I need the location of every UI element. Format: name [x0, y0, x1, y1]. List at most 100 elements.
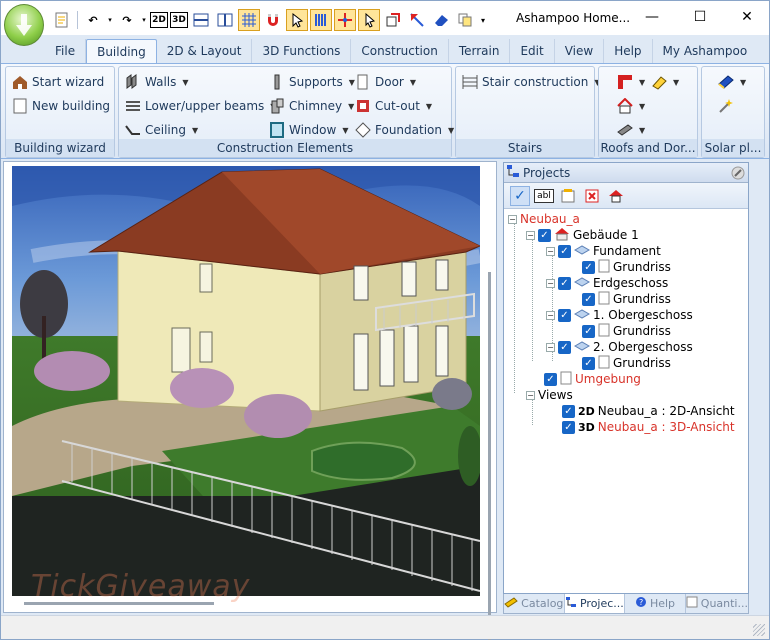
roof-button[interactable]: ▼	[617, 71, 645, 93]
column-bars-icon[interactable]	[310, 9, 332, 31]
properties-icon[interactable]	[558, 186, 578, 206]
minimize-button[interactable]: —	[633, 5, 671, 29]
cutout-button[interactable]: Cut-out ▼	[355, 95, 432, 117]
checkbox-checked[interactable]: ✓	[582, 356, 595, 370]
dormer-button[interactable]: ▼	[617, 95, 645, 117]
close-button[interactable]: ✕	[728, 5, 766, 29]
window-button[interactable]: Window ▼	[269, 119, 348, 141]
tree-node-plan[interactable]: ✓ Grundriss	[582, 291, 671, 307]
tab-quantities[interactable]: Quanti...	[686, 594, 748, 613]
check-icon[interactable]: ✓	[510, 185, 530, 206]
tree-node-surroundings[interactable]: ✓ Umgebung	[544, 371, 641, 387]
checkbox-checked[interactable]: ✓	[538, 228, 551, 242]
redo-icon[interactable]: ↷	[116, 9, 138, 31]
tree-node-view[interactable]: ✓ 3D Neubau_a : 3D-Ansicht	[562, 419, 735, 435]
supports-button[interactable]: Supports ▼	[269, 71, 355, 93]
grid-icon[interactable]	[238, 9, 260, 31]
checkbox-checked[interactable]: ✓	[558, 244, 571, 258]
pointer-icon[interactable]	[358, 9, 380, 31]
cursor-select-icon[interactable]	[286, 9, 308, 31]
tree-node-view[interactable]: ✓ 2D Neubau_a : 2D-Ansicht	[562, 403, 735, 419]
checkbox-checked[interactable]: ✓	[582, 292, 595, 306]
collapse-icon[interactable]: −	[546, 278, 555, 288]
undo-dropdown-icon[interactable]: ▾	[106, 9, 114, 31]
tab-3d-functions[interactable]: 3D Functions	[252, 39, 352, 63]
house-3d-render[interactable]	[12, 166, 480, 596]
tree-node-plan[interactable]: ✓ Grundriss	[582, 355, 671, 371]
walls-button[interactable]: Walls ▼	[125, 71, 189, 93]
checkbox-checked[interactable]: ✓	[562, 420, 575, 434]
tab-help-panel[interactable]: ? Help	[625, 594, 686, 613]
tree-node-floor[interactable]: − ✓ 2. Obergeschoss	[546, 339, 693, 355]
tab-projects[interactable]: Projec...	[564, 594, 626, 613]
snap-magnet-icon[interactable]	[262, 9, 284, 31]
collapse-icon[interactable]: −	[546, 246, 555, 256]
resize-grip[interactable]	[753, 624, 765, 636]
tab-view[interactable]: View	[555, 39, 605, 63]
checkbox-checked[interactable]: ✓	[558, 340, 571, 354]
collapse-icon[interactable]: −	[546, 342, 555, 352]
ceiling-button[interactable]: Ceiling ▼	[125, 119, 198, 141]
checkbox-checked[interactable]: ✓	[544, 372, 557, 386]
collapse-icon[interactable]: −	[508, 214, 517, 224]
collapse-icon[interactable]: −	[526, 230, 535, 240]
solar-panel-button[interactable]: ▼	[718, 71, 746, 93]
vertical-scrollbar[interactable]	[488, 272, 491, 640]
roof-window-button[interactable]: ▼	[651, 71, 679, 93]
tree-node-floor[interactable]: − ✓ Fundament	[546, 243, 661, 259]
tree-node-plan[interactable]: ✓ Grundriss	[582, 259, 671, 275]
3d-viewport[interactable]	[3, 161, 497, 640]
new-building-button[interactable]: New building	[12, 95, 110, 117]
start-wizard-button[interactable]: Start wizard	[12, 71, 104, 93]
tree-node-plan[interactable]: ✓ Grundriss	[582, 323, 671, 339]
checkbox-checked[interactable]: ✓	[558, 308, 571, 322]
split-vertical-icon[interactable]	[214, 9, 236, 31]
tree-node-views[interactable]: − Views	[526, 387, 573, 403]
projects-tree-icon	[565, 596, 577, 611]
checkbox-checked[interactable]: ✓	[582, 324, 595, 338]
collapse-icon[interactable]: −	[546, 310, 555, 320]
checkbox-checked[interactable]: ✓	[558, 276, 571, 290]
app-menu-button[interactable]	[4, 4, 44, 46]
maximize-button[interactable]: ☐	[681, 5, 719, 29]
view-2d-icon[interactable]: 2D	[150, 12, 168, 28]
solar-wizard-button[interactable]	[718, 95, 734, 117]
tree-node-project[interactable]: − Neubau_a	[508, 211, 580, 227]
beams-button[interactable]: Lower/upper beams▼	[125, 95, 276, 117]
tab-2d-layout[interactable]: 2D & Layout	[157, 39, 253, 63]
qat-customize-icon[interactable]: ▾	[478, 9, 488, 31]
new-file-icon[interactable]	[51, 9, 73, 31]
collapse-icon[interactable]: −	[526, 390, 535, 400]
label-abl-icon[interactable]: abl	[534, 188, 554, 203]
checkbox-checked[interactable]: ✓	[582, 260, 595, 274]
axis-move-icon[interactable]	[334, 9, 356, 31]
tab-my-ashampoo[interactable]: My Ashampoo	[653, 39, 758, 63]
tab-construction[interactable]: Construction	[351, 39, 449, 63]
eraser-icon[interactable]	[430, 9, 452, 31]
tree-node-building[interactable]: − ✓ Gebäude 1	[526, 227, 639, 243]
tab-edit[interactable]: Edit	[510, 39, 555, 63]
rotate-object-icon[interactable]	[382, 9, 404, 31]
view-3d-icon[interactable]: 3D	[170, 12, 188, 28]
tab-help[interactable]: Help	[604, 39, 653, 63]
measure-icon[interactable]	[406, 9, 428, 31]
delete-icon[interactable]	[582, 186, 602, 206]
undo-icon[interactable]: ↶	[82, 9, 104, 31]
tab-building[interactable]: Building	[86, 39, 157, 64]
add-building-icon[interactable]	[606, 186, 626, 206]
tree-node-floor[interactable]: − ✓ 1. Obergeschoss	[546, 307, 693, 323]
tab-terrain[interactable]: Terrain	[449, 39, 511, 63]
tree-node-floor[interactable]: − ✓ Erdgeschoss	[546, 275, 668, 291]
foundation-button[interactable]: Foundation ▼	[355, 119, 454, 141]
tab-catalog[interactable]: Catalog	[504, 594, 565, 613]
pin-icon[interactable]	[730, 165, 746, 181]
split-horizontal-icon[interactable]	[190, 9, 212, 31]
door-button[interactable]: Door ▼	[355, 71, 416, 93]
copy-icon[interactable]	[454, 9, 476, 31]
roof-covering-button[interactable]: ▼	[617, 119, 645, 141]
stair-construction-button[interactable]: Stair construction▼	[462, 71, 601, 93]
redo-dropdown-icon[interactable]: ▾	[140, 9, 148, 31]
checkbox-checked[interactable]: ✓	[562, 404, 575, 418]
chimney-button[interactable]: Chimney ▼	[269, 95, 354, 117]
project-label: Neubau_a	[520, 212, 580, 226]
